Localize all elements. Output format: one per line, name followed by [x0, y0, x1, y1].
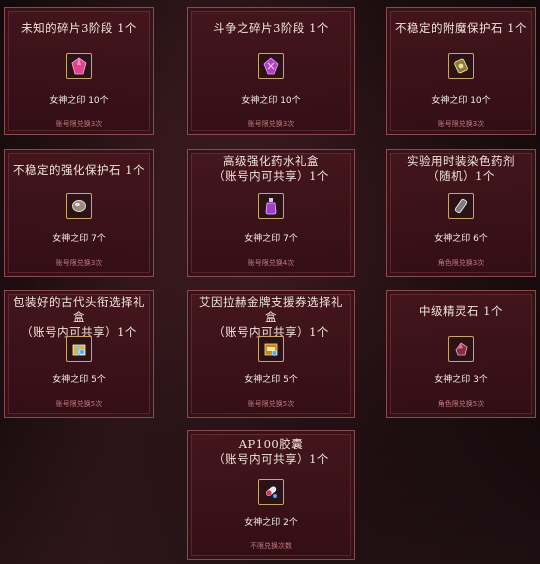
card-title: 中级精灵石 1个 [419, 304, 503, 318]
exchange-card-8[interactable]: 艾因拉赫金牌支援券选择礼盒 （账号内可共享）1个 女神之印 5个 账号限兑换5次 [187, 290, 355, 418]
card-title: 实验用时装染色药剂 （随机）1个 [407, 154, 515, 183]
exchange-card-6[interactable]: 实验用时装染色药剂 （随机）1个 女神之印 6个 角色限兑换3次 [386, 149, 536, 277]
exchange-limit: 角色限兑换5次 [437, 400, 485, 408]
exchange-card-9[interactable]: 中级精灵石 1个 女神之印 3个 角色限兑换5次 [386, 290, 536, 418]
cost-text: 女神之印 2个 [244, 518, 298, 528]
exchange-card-1[interactable]: 未知的碎片3阶段 1个 女神之印 10个 账号限兑换3次 [4, 7, 154, 135]
gift-box-icon[interactable] [66, 336, 92, 362]
exchange-limit: 账号限兑换3次 [55, 120, 103, 128]
cost-text: 女神之印 5个 [244, 375, 298, 385]
pink-crystal-shard-icon[interactable] [66, 53, 92, 79]
card-title: 艾因拉赫金牌支援券选择礼盒 （账号内可共享）1个 [199, 295, 343, 339]
card-title: 未知的碎片3阶段 1个 [21, 21, 137, 35]
exchange-limit: 账号限兑换3次 [247, 120, 295, 128]
card-title: 不稳定的强化保护石 1个 [13, 163, 145, 177]
exchange-card-5[interactable]: 高级强化药水礼盒 （账号内可共享）1个 女神之印 7个 账号限兑换4次 [187, 149, 355, 277]
gold-ticket-box-icon[interactable] [258, 336, 284, 362]
cost-text: 女神之印 7个 [52, 234, 106, 244]
dye-bottle-icon[interactable] [448, 193, 474, 219]
cost-text: 女神之印 10个 [431, 96, 491, 106]
exchange-card-2[interactable]: 斗争之碎片3阶段 1个 女神之印 10个 账号限兑换3次 [187, 7, 355, 135]
exchange-card-4[interactable]: 不稳定的强化保护石 1个 女神之印 7个 账号限兑换3次 [4, 149, 154, 277]
exchange-limit: 账号限兑换3次 [55, 259, 103, 267]
cost-text: 女神之印 7个 [244, 234, 298, 244]
card-title: AP100胶囊 （账号内可共享）1个 [213, 437, 329, 466]
cost-text: 女神之印 10个 [241, 96, 301, 106]
cost-text: 女神之印 6个 [434, 234, 488, 244]
card-title: 包装好的古代头衔选择礼盒 （账号内可共享）1个 [13, 295, 145, 339]
exchange-card-3[interactable]: 不稳定的附魔保护石 1个 女神之印 10个 账号限兑换3次 [386, 7, 536, 135]
exchange-limit: 不限兑换次数 [250, 542, 292, 550]
cost-text: 女神之印 10个 [49, 96, 109, 106]
card-title: 斗争之碎片3阶段 1个 [213, 21, 329, 35]
exchange-limit: 账号限兑换3次 [437, 120, 485, 128]
cost-text: 女神之印 5个 [52, 375, 106, 385]
exchange-card-10[interactable]: AP100胶囊 （账号内可共享）1个 女神之印 2个 不限兑换次数 [187, 430, 355, 560]
exchange-limit: 账号限兑换5次 [55, 400, 103, 408]
ap-capsule-icon[interactable] [258, 479, 284, 505]
silver-protection-stone-icon[interactable] [66, 193, 92, 219]
exchange-limit: 账号限兑换5次 [247, 400, 295, 408]
exchange-limit: 账号限兑换4次 [247, 259, 295, 267]
purple-crystal-shard-icon[interactable] [258, 53, 284, 79]
cost-text: 女神之印 3个 [434, 375, 488, 385]
gold-protection-stone-icon[interactable] [448, 53, 474, 79]
spirit-stone-icon[interactable] [448, 336, 474, 362]
exchange-card-7[interactable]: 包装好的古代头衔选择礼盒 （账号内可共享）1个 女神之印 5个 账号限兑换5次 [4, 290, 154, 418]
purple-potion-icon[interactable] [258, 193, 284, 219]
exchange-limit: 角色限兑换3次 [437, 259, 485, 267]
card-title: 高级强化药水礼盒 （账号内可共享）1个 [213, 154, 329, 183]
card-title: 不稳定的附魔保护石 1个 [395, 21, 527, 35]
